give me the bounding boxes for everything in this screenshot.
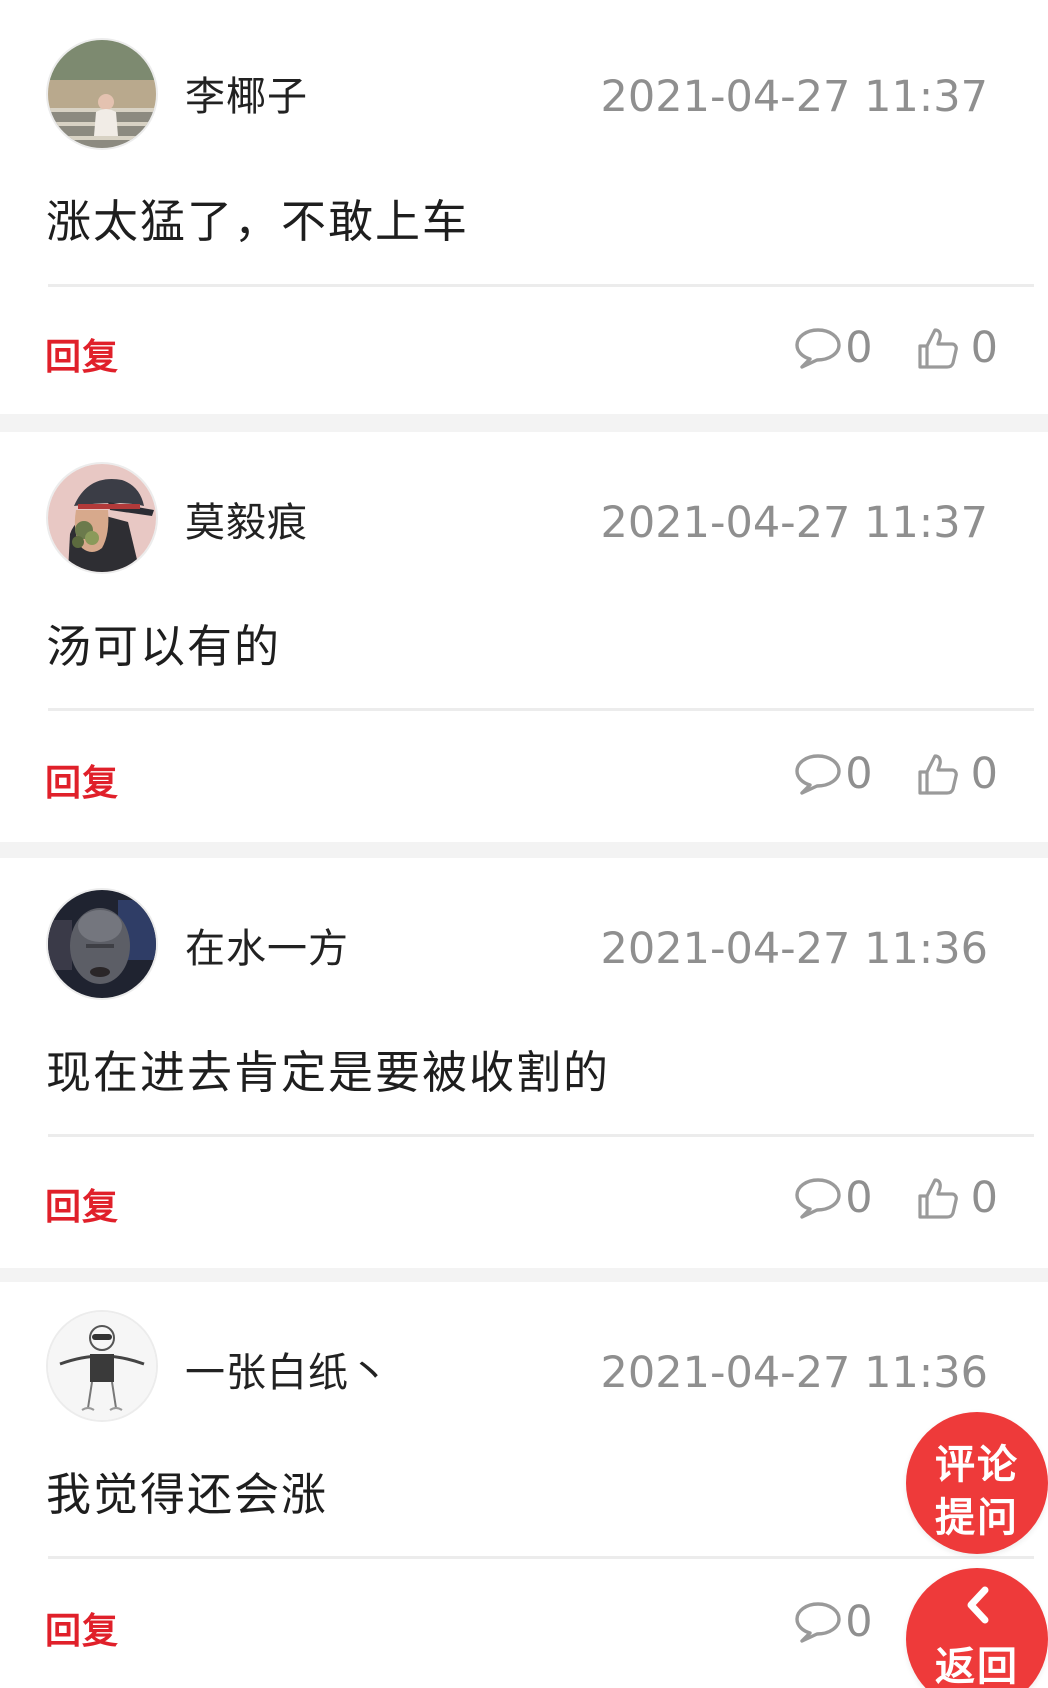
like-count: 0 <box>970 323 998 373</box>
comments-page: 李椰子 2021-04-27 11:37 涨太猛了，不敢上车 回复 0 0 莫毅… <box>0 0 1048 1688</box>
back-label: 返回 <box>935 1644 1019 1688</box>
like-button[interactable]: 0 <box>917 1173 998 1223</box>
comment-text: 涨太猛了，不敢上车 <box>46 195 470 248</box>
comment-card: 在水一方 2021-04-27 11:36 现在进去肯定是要被收割的 回复 0 … <box>0 858 1048 1268</box>
thumbs-up-icon <box>918 1178 958 1219</box>
timestamp: 2021-04-27 11:37 <box>600 72 988 122</box>
comment-count: 0 <box>845 1597 873 1647</box>
divider <box>48 1556 1034 1559</box>
divider <box>48 284 1034 287</box>
fab-comment-label-line2: 提问 <box>935 1495 1019 1541</box>
comment-actions: 0 0 <box>793 746 998 802</box>
reply-button[interactable]: 回复 <box>45 1602 119 1654</box>
divider <box>48 708 1034 711</box>
user-avatar[interactable] <box>48 1312 156 1420</box>
avatar-dark-photo-icon <box>48 890 156 998</box>
comment-count: 0 <box>845 749 873 799</box>
comment-text: 现在进去肯定是要被收割的 <box>46 1046 611 1099</box>
comment-count-button[interactable]: 0 <box>793 323 873 373</box>
comment-text: 我觉得还会涨 <box>46 1468 329 1521</box>
speech-bubble-icon <box>795 1178 841 1219</box>
reply-button[interactable]: 回复 <box>45 328 119 380</box>
chevron-left-icon <box>967 1586 989 1624</box>
comment-card: 李椰子 2021-04-27 11:37 涨太猛了，不敢上车 回复 0 0 <box>0 0 1048 414</box>
like-count: 0 <box>970 749 998 799</box>
speech-bubble-icon <box>795 1602 841 1643</box>
comment-count-button[interactable]: 0 <box>793 1597 873 1647</box>
comment-count-button[interactable]: 0 <box>793 1173 873 1223</box>
reply-button[interactable]: 回复 <box>45 754 119 806</box>
comment-actions: 0 0 <box>793 320 998 376</box>
username[interactable]: 在水一方 <box>185 916 349 974</box>
comment-card: 莫毅痕 2021-04-27 11:37 汤可以有的 回复 0 0 <box>0 432 1048 842</box>
reply-button[interactable]: 回复 <box>45 1178 119 1230</box>
timestamp: 2021-04-27 11:36 <box>600 1348 988 1398</box>
username[interactable]: 李椰子 <box>185 64 308 122</box>
comment-text: 汤可以有的 <box>46 620 282 673</box>
timestamp: 2021-04-27 11:37 <box>600 498 988 548</box>
comment-card: 一张白纸丶 2021-04-27 11:36 我觉得还会涨 回复 0 0 <box>0 1282 1048 1688</box>
comment-count-button[interactable]: 0 <box>793 749 873 799</box>
comment-question-fab[interactable]: 评论 提问 <box>906 1412 1048 1554</box>
fab-comment-label-line1: 评论 <box>935 1442 1019 1488</box>
username[interactable]: 一张白纸丶 <box>185 1340 390 1398</box>
divider <box>48 1134 1034 1137</box>
like-button[interactable]: 0 <box>917 749 998 799</box>
thumbs-up-icon <box>918 328 958 369</box>
username[interactable]: 莫毅痕 <box>185 490 308 548</box>
speech-bubble-icon <box>795 328 841 369</box>
speech-bubble-icon <box>795 754 841 795</box>
comment-count: 0 <box>845 323 873 373</box>
avatar-cap-illustration-icon <box>48 464 156 572</box>
user-avatar[interactable] <box>48 464 156 572</box>
like-count: 0 <box>970 1173 998 1223</box>
user-avatar[interactable] <box>48 890 156 998</box>
avatar-sketch-figure-icon <box>48 1312 156 1420</box>
thumbs-up-icon <box>918 754 958 795</box>
avatar-girl-photo-icon <box>48 40 156 148</box>
comment-count: 0 <box>845 1173 873 1223</box>
timestamp: 2021-04-27 11:36 <box>600 924 988 974</box>
comment-actions: 0 0 <box>793 1170 998 1226</box>
like-button[interactable]: 0 <box>917 323 998 373</box>
user-avatar[interactable] <box>48 40 156 148</box>
